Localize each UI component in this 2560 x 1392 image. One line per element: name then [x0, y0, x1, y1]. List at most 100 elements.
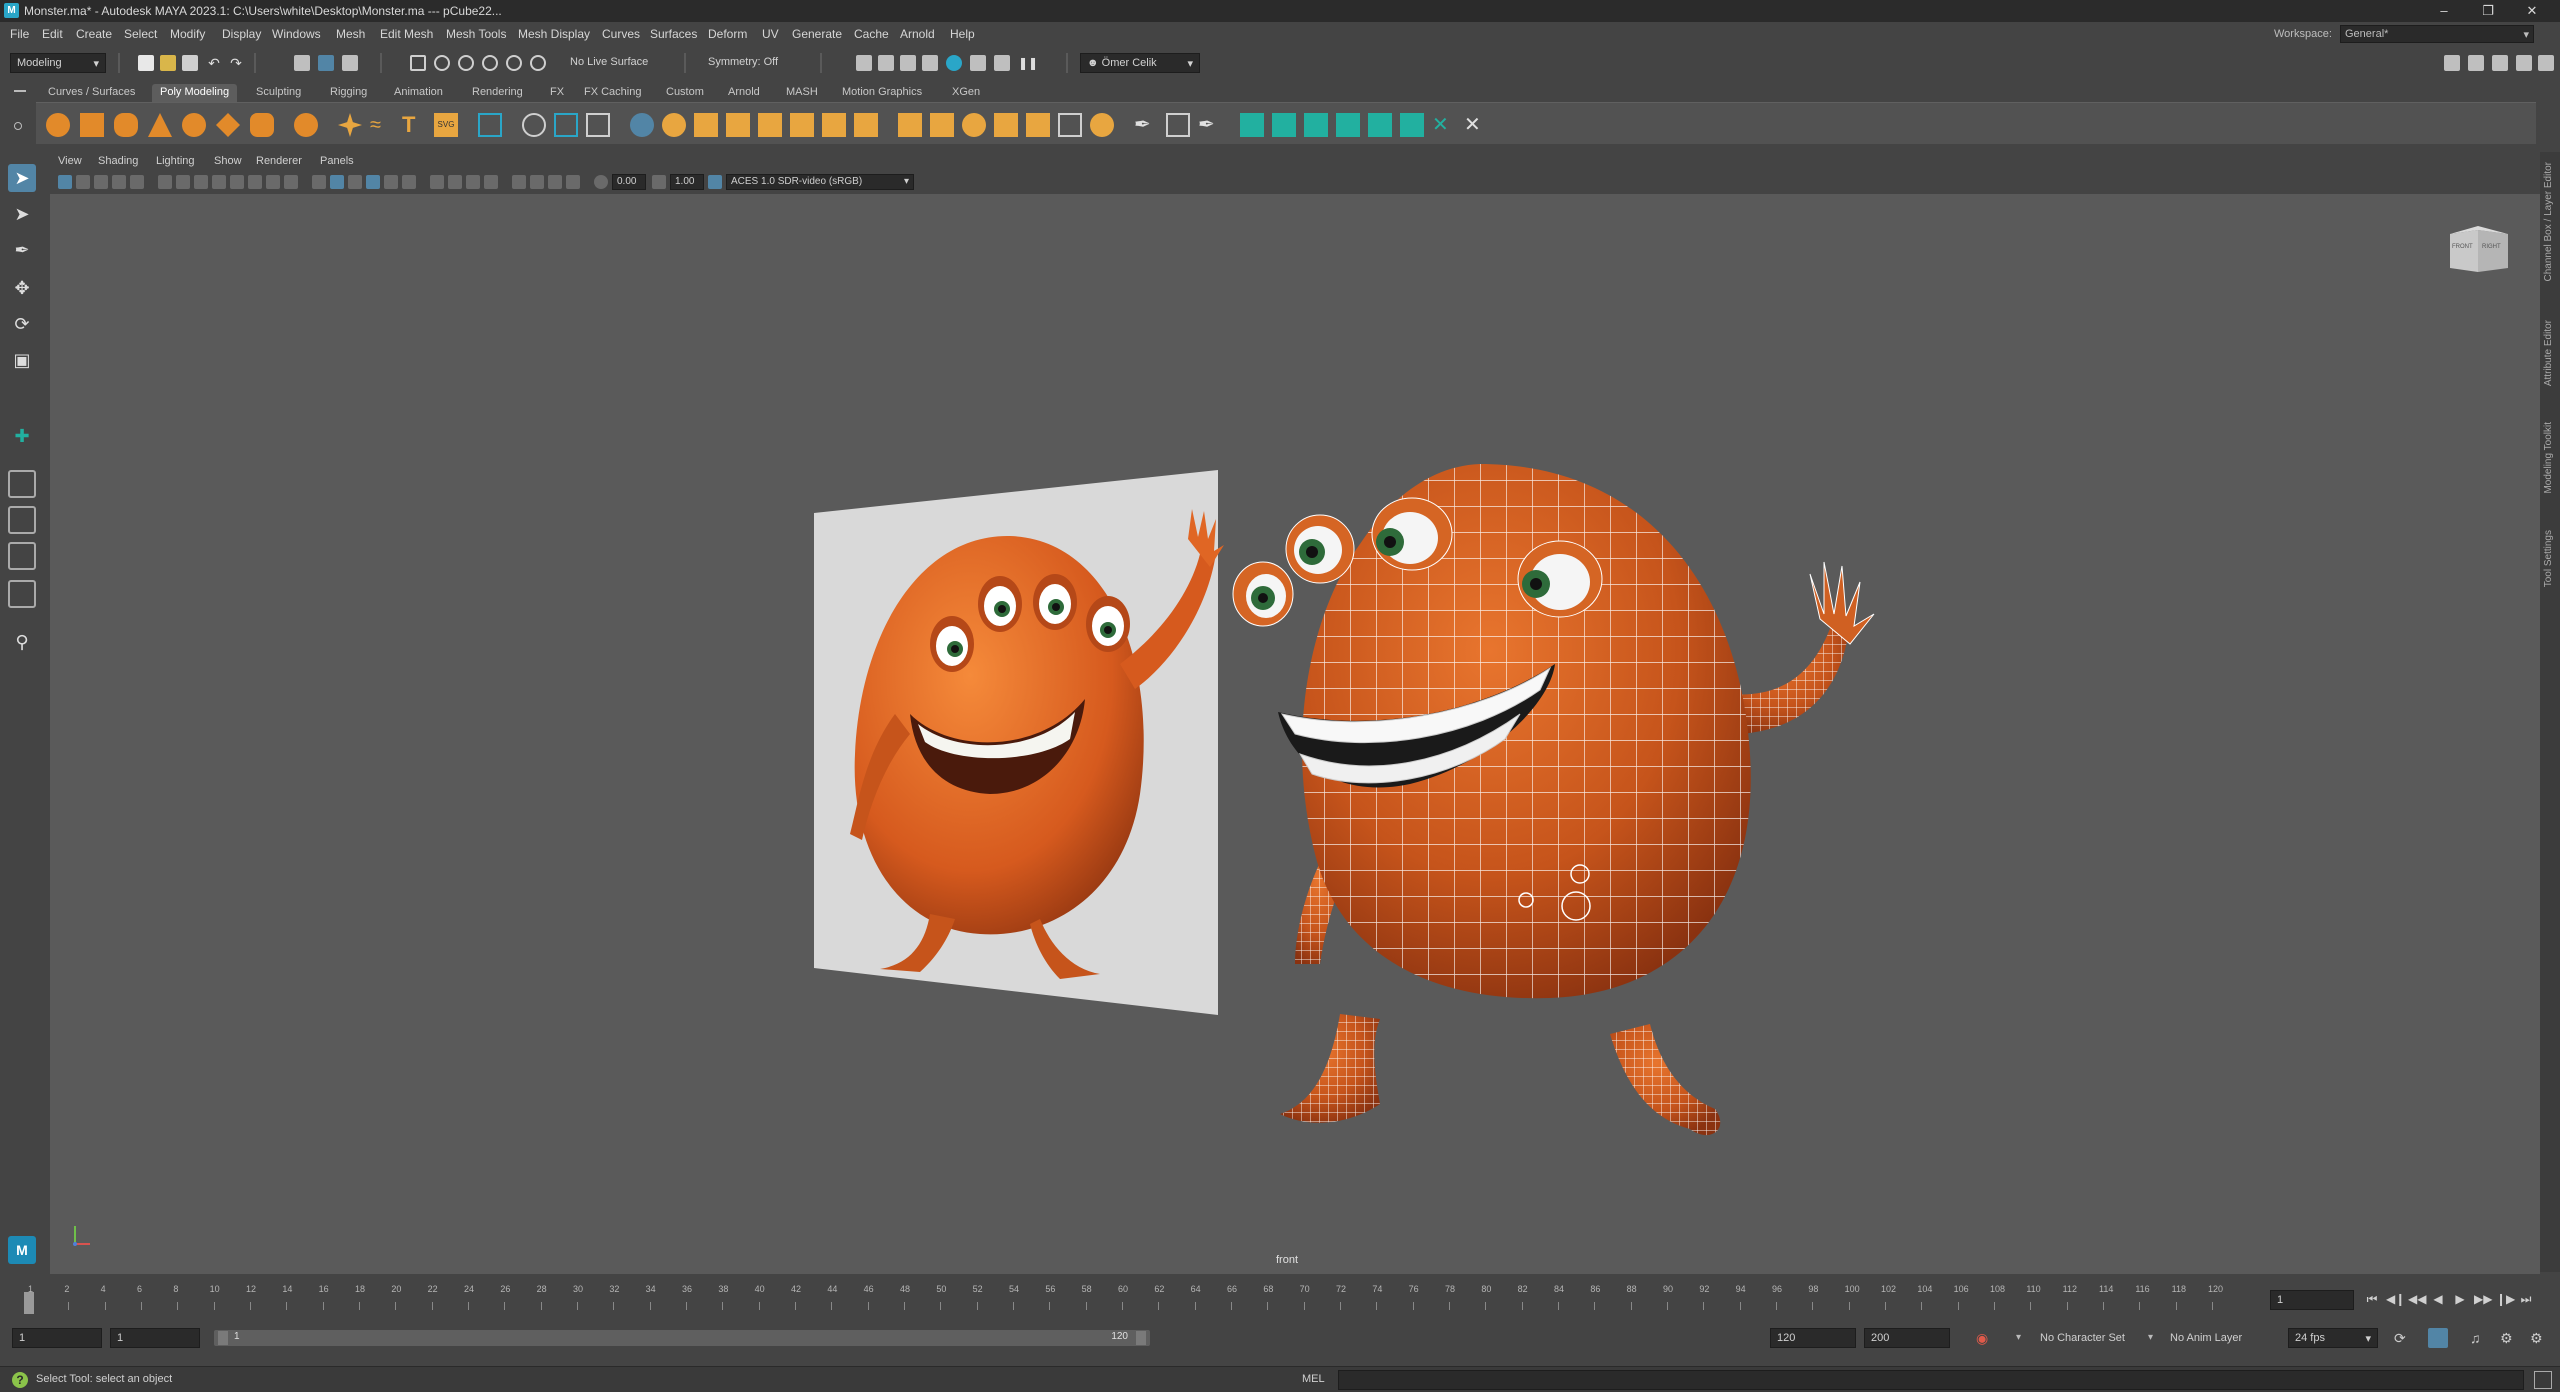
menu-surfaces[interactable]: Surfaces — [650, 27, 697, 41]
shelf-tab-curves-surfaces[interactable]: Curves / Surfaces — [40, 84, 143, 102]
menu-generate[interactable]: Generate — [792, 27, 842, 41]
gamma-icon[interactable] — [652, 175, 666, 189]
hypershade-icon[interactable] — [946, 55, 962, 71]
shelf-tab-fx-caching[interactable]: FX Caching — [576, 84, 649, 102]
select-component-icon[interactable] — [342, 55, 358, 71]
menu-arnold[interactable]: Arnold — [900, 27, 935, 41]
anti-aliasing-icon[interactable] — [484, 175, 498, 189]
single-perspective-layout-icon[interactable] — [8, 470, 36, 498]
script-editor-icon[interactable] — [2534, 1371, 2552, 1389]
append-polygon-icon[interactable] — [790, 113, 814, 137]
tab-modeling-toolkit[interactable]: Modeling Toolkit — [2543, 422, 2554, 494]
tool-settings-toggle-icon[interactable] — [2516, 55, 2532, 71]
textured-icon[interactable] — [384, 175, 398, 189]
combine-icon[interactable] — [554, 113, 578, 137]
script-language-label[interactable]: MEL — [1302, 1373, 1325, 1385]
render-view-icon[interactable] — [970, 55, 986, 71]
panel-menu-view[interactable]: View — [58, 155, 82, 167]
outliner-layout-icon[interactable] — [8, 580, 36, 608]
uv-checker-icon[interactable] — [1400, 113, 1424, 137]
menu-file[interactable]: File — [10, 27, 29, 41]
step-back-key-icon[interactable]: ◀◀ — [2408, 1292, 2426, 1306]
shadows-icon[interactable] — [430, 175, 444, 189]
attribute-editor-toggle-icon[interactable] — [2492, 55, 2508, 71]
rotate-tool-icon[interactable]: ⟳ — [8, 310, 36, 338]
step-back-frame-icon[interactable]: ◀❙ — [2386, 1292, 2405, 1306]
safe-action-icon[interactable] — [266, 175, 280, 189]
slide-edge-icon[interactable] — [1058, 113, 1082, 137]
tab-channel-box-layer-editor[interactable]: Channel Box / Layer Editor — [2543, 162, 2554, 282]
character-controls-icon[interactable] — [2468, 55, 2484, 71]
image-plane-icon[interactable] — [112, 175, 126, 189]
film-gate-icon[interactable] — [194, 175, 208, 189]
shelf-tab-mash[interactable]: MASH — [778, 84, 826, 102]
poly-cylinder-icon[interactable] — [114, 113, 138, 137]
save-scene-icon[interactable] — [182, 55, 198, 71]
render-sequence-icon[interactable] — [878, 55, 894, 71]
ambient-occlusion-icon[interactable] — [448, 175, 462, 189]
character-set-label[interactable]: No Character Set — [2040, 1332, 2125, 1344]
menu-mesh-tools[interactable]: Mesh Tools — [446, 27, 506, 41]
show-manipulator-tool-icon[interactable]: ✚ — [8, 422, 36, 450]
uv-cut-icon[interactable]: ✕ — [1432, 113, 1456, 137]
cut-faces-icon[interactable] — [1166, 113, 1190, 137]
uv-sew-icon[interactable]: ✕ — [1464, 113, 1488, 137]
booleans-icon[interactable] — [662, 113, 686, 137]
poly-plane-icon[interactable] — [216, 113, 240, 137]
step-forward-frame-icon[interactable]: ❙▶ — [2496, 1292, 2515, 1306]
loop-icon[interactable]: ⟳ — [2394, 1330, 2406, 1347]
animation-end-field[interactable]: 200 — [1864, 1328, 1950, 1348]
command-input[interactable] — [1338, 1370, 2524, 1390]
ipr-render-icon[interactable] — [900, 55, 916, 71]
uv-automatic-icon[interactable] — [1336, 113, 1360, 137]
menu-display[interactable]: Display — [222, 27, 261, 41]
panel-menu-shading[interactable]: Shading — [98, 155, 138, 167]
select-camera-icon[interactable] — [58, 175, 72, 189]
sweep-mesh-icon[interactable]: ≈ — [370, 113, 394, 137]
shelf-tab-rigging[interactable]: Rigging — [322, 84, 375, 102]
poly-sphere-icon[interactable] — [46, 113, 70, 137]
shelf-tab-rendering[interactable]: Rendering — [464, 84, 531, 102]
menuset-select[interactable]: Modeling ▾ — [10, 53, 106, 73]
snap-grid-icon[interactable] — [410, 55, 426, 71]
shelf-tab-xgen[interactable]: XGen — [944, 84, 988, 102]
animation-start-field[interactable]: 1 — [12, 1328, 102, 1348]
poly-cube-icon[interactable] — [80, 113, 104, 137]
panel-menu-lighting[interactable]: Lighting — [156, 155, 195, 167]
grease-pencil-icon[interactable] — [158, 175, 172, 189]
panel-menu-panels[interactable]: Panels — [320, 155, 354, 167]
live-surface-field[interactable]: No Live Surface — [564, 53, 668, 73]
go-to-start-icon[interactable]: ⏮ — [2364, 1292, 2380, 1306]
snap-vertex-icon[interactable] — [530, 55, 546, 71]
anim-layer-label[interactable]: No Anim Layer — [2170, 1332, 2242, 1344]
gamma-field[interactable]: 1.00 — [670, 174, 704, 190]
tab-tool-settings[interactable]: Tool Settings — [2543, 530, 2554, 587]
exposure-icon[interactable] — [594, 175, 608, 189]
anim-prefs-icon[interactable]: ⚙ — [2500, 1330, 2513, 1347]
snap-view-plane-icon[interactable] — [482, 55, 498, 71]
render-frame-icon[interactable] — [856, 55, 872, 71]
color-space-select[interactable]: ACES 1.0 SDR-video (sRGB) ▾ — [726, 174, 914, 190]
safe-title-icon[interactable] — [284, 175, 298, 189]
search-icon[interactable]: ⚲ — [8, 628, 36, 656]
shelf-tab-sculpting[interactable]: Sculpting — [248, 84, 309, 102]
mirror-icon[interactable] — [522, 113, 546, 137]
pause-icon[interactable]: ❚❚ — [1018, 55, 1038, 71]
menu-edit[interactable]: Edit — [42, 27, 63, 41]
user-account-select[interactable]: ☻ Ömer Celik ▾ — [1080, 53, 1200, 73]
auto-key-icon[interactable]: ◉ — [1976, 1330, 1988, 1347]
snap-live-icon[interactable] — [506, 55, 522, 71]
prefs-icon[interactable]: ⚙ — [2530, 1330, 2543, 1347]
menu-cache[interactable]: Cache — [854, 27, 889, 41]
xray-active-components-icon[interactable] — [566, 175, 580, 189]
menu-mesh-display[interactable]: Mesh Display — [518, 27, 590, 41]
range-bar[interactable]: 1 120 — [214, 1330, 1150, 1346]
exposure-field[interactable]: 0.00 — [612, 174, 646, 190]
workspace-select[interactable]: General* ▾ — [2340, 25, 2534, 43]
uv-spherical-icon[interactable] — [1304, 113, 1328, 137]
menu-deform[interactable]: Deform — [708, 27, 747, 41]
close-button[interactable]: ✕ — [2512, 1, 2552, 21]
default-material-icon[interactable] — [348, 175, 362, 189]
bevel-icon[interactable] — [758, 113, 782, 137]
smooth-shade-all-icon[interactable] — [330, 175, 344, 189]
